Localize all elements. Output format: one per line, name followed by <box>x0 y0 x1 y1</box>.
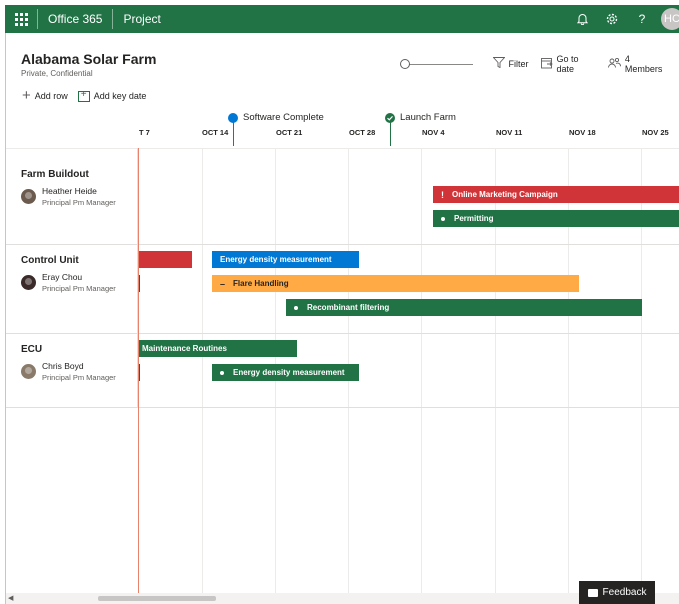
task-bar-maintenance-routines[interactable]: Maintenance Routines <box>139 340 297 357</box>
row-divider <box>6 244 679 245</box>
feedback-label: Feedback <box>602 587 647 598</box>
timeline-date: NOV 25 <box>642 128 669 137</box>
key-date-label: Software Complete <box>243 112 324 123</box>
task-label: Maintenance Routines <box>142 344 227 353</box>
add-key-date-label: Add key date <box>93 91 147 101</box>
owner-name: Chris Boyd <box>42 361 84 371</box>
bullet-icon <box>294 305 298 310</box>
plus-icon: + <box>22 87 31 104</box>
user-avatar[interactable]: HC <box>661 8 679 30</box>
task-label: Online Marketing Campaign <box>452 190 558 199</box>
avatar <box>21 364 36 379</box>
gear-icon[interactable] <box>597 5 627 33</box>
filter-button[interactable]: Filter <box>491 57 529 71</box>
filter-icon <box>491 57 506 71</box>
go-to-date-label: Go to date <box>556 54 579 74</box>
key-date-launch-farm[interactable]: Launch Farm <box>385 112 456 123</box>
bell-icon[interactable] <box>567 5 597 33</box>
bullet-icon <box>220 370 224 375</box>
grid-line <box>421 148 422 593</box>
timeline-date: NOV 18 <box>569 128 596 137</box>
add-row-button[interactable]: + Add row <box>22 87 68 104</box>
frame-border <box>5 33 6 604</box>
project-app-link[interactable]: Project <box>113 9 170 29</box>
people-icon <box>607 57 621 71</box>
task-label: Permitting <box>454 214 494 223</box>
scrollbar-thumb[interactable] <box>98 596 216 601</box>
zoom-slider[interactable] <box>400 58 473 70</box>
timeline-date: OCT 21 <box>276 128 303 137</box>
timeline-date: T 7 <box>139 128 150 137</box>
row-owner[interactable]: Heather Heide Principal Pm Manager <box>21 186 116 207</box>
task-bar-online-marketing-campaign[interactable]: ! Online Marketing Campaign <box>433 186 679 203</box>
owner-role: Principal Pm Manager <box>42 198 116 207</box>
key-date-dot-icon <box>228 112 238 123</box>
row-name-farm-buildout[interactable]: Farm Buildout <box>21 169 89 180</box>
avatar <box>21 275 36 290</box>
timeline-date: OCT 14 <box>202 128 229 137</box>
members-button[interactable]: 4 Members <box>607 54 667 74</box>
key-date-software-complete[interactable]: Software Complete <box>228 112 324 123</box>
filter-label: Filter <box>508 59 529 69</box>
task-bar-energy-density-measurement-ecu[interactable]: Energy density measurement <box>212 364 359 381</box>
grid-line <box>202 148 203 593</box>
task-bar-overflow[interactable] <box>139 251 192 268</box>
row-divider <box>6 333 679 334</box>
row-owner[interactable]: Chris Boyd Principal Pm Manager <box>21 361 116 382</box>
calendar-icon <box>540 57 553 72</box>
suite-bar: Office 365 Project ? HC <box>5 5 679 33</box>
left-toolbar: + Add row Add key date <box>22 87 147 104</box>
avatar <box>21 189 36 204</box>
task-label: Energy density measurement <box>220 255 332 264</box>
owner-role: Principal Pm Manager <box>42 284 116 293</box>
task-bar-permitting[interactable]: Permitting <box>433 210 679 227</box>
owner-role: Principal Pm Manager <box>42 373 116 382</box>
add-row-label: Add row <box>34 91 68 101</box>
chat-icon <box>587 588 598 597</box>
task-label: Flare Handling <box>233 279 289 288</box>
row-name-ecu[interactable]: ECU <box>21 344 42 355</box>
app-launcher-icon[interactable] <box>5 5 37 33</box>
go-to-date-button[interactable]: Go to date <box>540 54 596 74</box>
task-bar-recombinant-filtering[interactable]: Recombinant filtering <box>286 299 642 316</box>
timeline-date: OCT 28 <box>349 128 376 137</box>
key-date-label: Launch Farm <box>400 112 456 123</box>
help-icon[interactable]: ? <box>627 5 657 33</box>
task-bar-energy-density-measurement[interactable]: Energy density measurement <box>212 251 359 268</box>
zoom-slider-handle[interactable] <box>400 59 410 69</box>
office-365-link[interactable]: Office 365 <box>38 9 112 29</box>
owner-name: Eray Chou <box>42 272 83 282</box>
page-title: Alabama Solar Farm <box>21 51 157 67</box>
timeline-date: NOV 4 <box>422 128 445 137</box>
row-owner[interactable]: Eray Chou Principal Pm Manager <box>21 272 116 293</box>
dash-icon: – <box>220 278 226 289</box>
calendar-add-icon <box>77 89 90 102</box>
key-date-check-icon <box>385 112 395 123</box>
today-line <box>138 148 139 593</box>
timeline-header: T 7 OCT 14 OCT 21 OCT 28 NOV 4 NOV 11 NO… <box>139 128 679 148</box>
bullet-icon <box>441 216 445 221</box>
task-bar-flare-handling[interactable]: – Flare Handling <box>212 275 579 292</box>
scroll-left-icon[interactable]: ◀ <box>8 594 13 602</box>
header-divider <box>6 148 679 149</box>
project-subtitle: Private, Confidential <box>21 69 93 78</box>
right-toolbar: Filter Go to date 4 Members <box>400 54 679 74</box>
task-label: Recombinant filtering <box>307 303 390 312</box>
task-label: Energy density measurement <box>233 368 345 377</box>
alert-icon: ! <box>441 189 444 200</box>
add-key-date-button[interactable]: Add key date <box>77 89 147 102</box>
row-name-control-unit[interactable]: Control Unit <box>21 255 79 266</box>
members-label: 4 Members <box>624 54 663 74</box>
zoom-slider-track <box>406 64 473 65</box>
timeline-date: NOV 11 <box>496 128 523 137</box>
row-divider <box>6 407 679 408</box>
feedback-button[interactable]: Feedback <box>579 581 655 604</box>
owner-name: Heather Heide <box>42 186 97 196</box>
